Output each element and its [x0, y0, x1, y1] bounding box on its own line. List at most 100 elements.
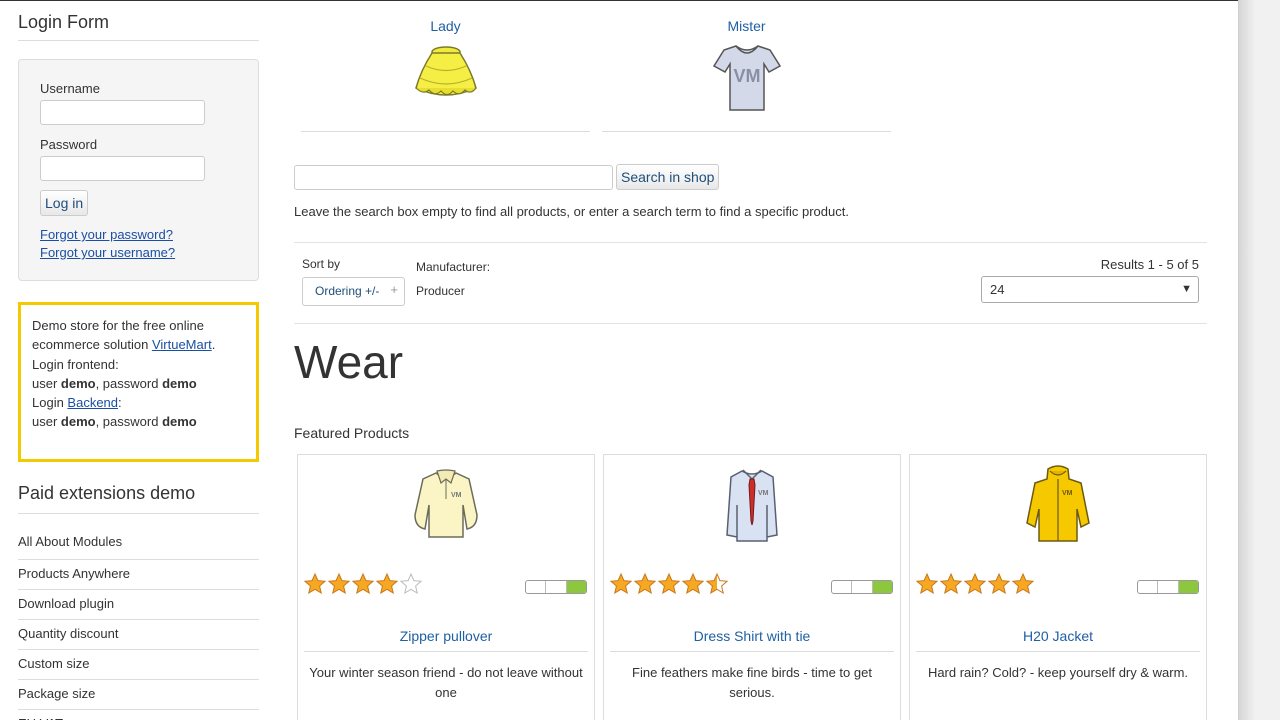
- category-mister[interactable]: Mister VM: [602, 0, 891, 132]
- skirt-icon[interactable]: [411, 40, 481, 104]
- demo-pass-prefix-2: , password: [95, 414, 163, 430]
- rating-stars: [304, 573, 422, 595]
- forgot-username-link[interactable]: Forgot your username?: [40, 245, 238, 260]
- demo-user-prefix-2: user: [32, 414, 61, 430]
- menu-item[interactable]: Custom size: [18, 650, 259, 680]
- product-description: Fine feathers make fine birds - time to …: [632, 665, 872, 700]
- star-icon: [352, 573, 374, 595]
- demo-frontend-label: Login frontend:: [32, 356, 119, 372]
- per-page-select[interactable]: 24 ▼: [981, 276, 1199, 303]
- star-icon: [658, 573, 680, 595]
- search-button[interactable]: Search in shop: [616, 164, 720, 190]
- password-label: Password: [40, 137, 98, 152]
- forgot-password-link[interactable]: Forgot your password?: [40, 227, 238, 242]
- menu-item[interactable]: Products Anywhere: [18, 560, 259, 590]
- menu-item[interactable]: Package size: [18, 680, 259, 710]
- menu-item[interactable]: EU VAT: [18, 710, 259, 720]
- svg-text:VM: VM: [758, 490, 769, 497]
- subcategories: Lady Mister VM: [294, 0, 1207, 132]
- category-name[interactable]: Mister: [602, 18, 891, 34]
- stock-level-indicator: [831, 580, 893, 594]
- demo-login-prefix: Login: [32, 395, 68, 411]
- menu-item[interactable]: Download plugin: [18, 590, 259, 620]
- featured-title: Featured Products: [294, 425, 410, 441]
- star-icon: [988, 573, 1010, 595]
- demo-login-suffix: :: [118, 395, 122, 411]
- star-icon: [940, 573, 962, 595]
- star-icon: [1012, 573, 1034, 595]
- star-icon: [634, 573, 656, 595]
- password-field[interactable]: [40, 156, 205, 181]
- demo-text-end: .: [211, 337, 216, 353]
- featured-products: VM Zipper pullover Your winter season fr…: [294, 454, 1207, 720]
- product-card: VM Dress Shirt with tie Fine feathers ma…: [603, 454, 901, 720]
- shirt-tie-icon[interactable]: VM: [717, 465, 787, 545]
- star-icon: [682, 573, 704, 595]
- star-icon: [304, 573, 326, 595]
- stock-level-indicator: [1137, 580, 1199, 594]
- category-lady[interactable]: Lady: [301, 0, 590, 132]
- menu-item[interactable]: Quantity discount: [18, 620, 259, 650]
- tshirt-icon[interactable]: VM: [712, 40, 782, 114]
- sort-order-button[interactable]: Ordering +/- +: [302, 277, 405, 306]
- rating-stars: [916, 573, 1034, 595]
- paid-extensions-menu: All About Modules Products Anywhere Down…: [18, 527, 259, 720]
- backend-link[interactable]: Backend: [67, 395, 118, 410]
- product-card: VM H20 Jacket Hard rain? Cold? - keep yo…: [909, 454, 1207, 720]
- username-field[interactable]: [40, 100, 205, 125]
- chevron-down-icon: ▼: [1181, 283, 1192, 295]
- login-button[interactable]: Log in: [40, 190, 89, 216]
- product-image[interactable]: VM: [910, 465, 1206, 548]
- product-description: Your winter season friend - do not leave…: [309, 665, 583, 700]
- svg-text:VM: VM: [1062, 490, 1073, 497]
- sort-by-label: Sort by: [302, 257, 341, 271]
- login-form-title: Login Form: [18, 0, 259, 41]
- username-label: Username: [40, 81, 100, 96]
- main-content: Lady Mister VM Search in shop Leave the …: [294, 0, 1207, 720]
- per-page-value: 24: [990, 282, 1005, 297]
- virtuemart-link[interactable]: VirtueMart: [152, 337, 212, 352]
- product-name-link[interactable]: H20 Jacket: [916, 628, 1200, 652]
- paid-extensions-title: Paid extensions demo: [18, 483, 259, 514]
- manufacturer-link[interactable]: Producer: [416, 284, 465, 298]
- category-title: Wear: [294, 336, 404, 388]
- ordering-bar: Sort by Ordering +/- + Manufacturer: Pro…: [294, 242, 1207, 324]
- demo-pass-2: demo: [162, 414, 197, 430]
- product-name-link[interactable]: Zipper pullover: [304, 628, 588, 652]
- star-icon: [610, 573, 632, 595]
- star-icon: [328, 573, 350, 595]
- sort-order-label: Ordering +/-: [315, 284, 380, 298]
- product-description: Hard rain? Cold? - keep yourself dry & w…: [927, 665, 1189, 680]
- stock-level-indicator: [525, 580, 587, 594]
- category-name[interactable]: Lady: [301, 18, 590, 34]
- product-image[interactable]: VM: [298, 465, 594, 546]
- manufacturer-label: Manufacturer:: [416, 260, 491, 274]
- svg-text:VM: VM: [451, 492, 462, 499]
- demo-user-prefix: user: [32, 375, 61, 391]
- demo-pass: demo: [162, 375, 197, 391]
- star-icon: [376, 573, 398, 595]
- star-icon: [916, 573, 938, 595]
- star-icon: [706, 573, 728, 595]
- demo-pass-prefix: , password: [95, 375, 163, 391]
- product-image[interactable]: VM: [604, 465, 900, 548]
- product-card: VM Zipper pullover Your winter season fr…: [297, 454, 595, 720]
- jacket-icon[interactable]: VM: [1023, 465, 1093, 545]
- login-form: Username Password Log in Forgot your pas…: [18, 59, 259, 281]
- demo-user: demo: [60, 375, 96, 391]
- sort-toggle-icon: +: [390, 282, 398, 297]
- search-row: Search in shop: [294, 164, 1207, 190]
- results-count: Results 1 - 5 of 5: [1100, 257, 1199, 272]
- menu-item[interactable]: All About Modules: [18, 527, 259, 560]
- pullover-icon[interactable]: VM: [411, 465, 481, 543]
- star-icon: [400, 573, 422, 595]
- scrollbar-area[interactable]: [1238, 0, 1280, 720]
- demo-info-box: Demo store for the free online ecommerce…: [18, 302, 259, 462]
- star-icon: [964, 573, 986, 595]
- search-input[interactable]: [294, 164, 613, 190]
- sidebar: Login Form Username Password Log in Forg…: [18, 0, 259, 720]
- product-name-link[interactable]: Dress Shirt with tie: [610, 628, 894, 652]
- svg-text:VM: VM: [733, 66, 760, 86]
- search-hint: Leave the search box empty to find all p…: [294, 204, 849, 219]
- demo-user-2: demo: [60, 414, 96, 430]
